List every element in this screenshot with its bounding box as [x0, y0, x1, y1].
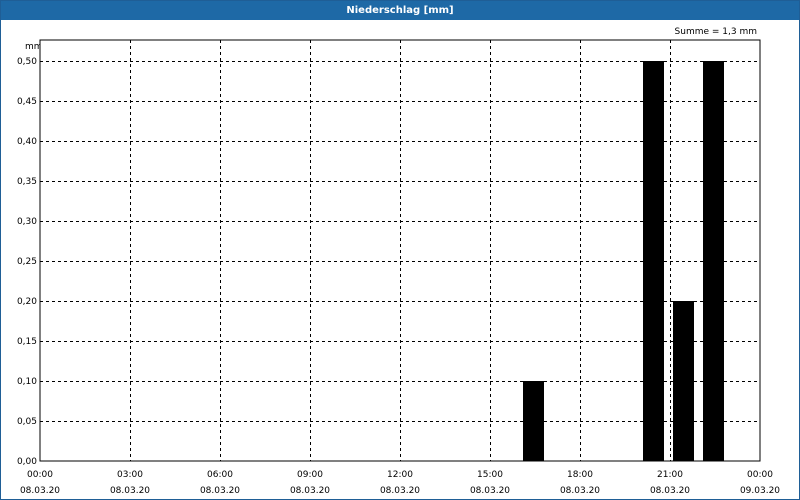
- y-tick-label: 0,00: [17, 457, 37, 467]
- y-tick-label: 0,10: [17, 377, 37, 387]
- precipitation-bar: [643, 61, 664, 461]
- y-tick-label: 0,30: [17, 217, 37, 227]
- x-tick-time-label: 21:00: [657, 470, 683, 480]
- x-tick-date-label: 08.03.20: [470, 486, 510, 496]
- x-tick-date-label: 08.03.20: [20, 486, 60, 496]
- y-tick-label: 0,50: [17, 57, 37, 67]
- y-tick-label: 0,20: [17, 297, 37, 307]
- x-tick-time-label: 00:00: [747, 470, 773, 480]
- x-tick-date-label: 08.03.20: [380, 486, 420, 496]
- precipitation-bar: [673, 301, 694, 461]
- y-tick-label: 0,35: [17, 177, 37, 187]
- precipitation-bar: [703, 61, 724, 461]
- x-tick-time-label: 12:00: [387, 470, 413, 480]
- precipitation-chart: mm Summe = 1,3 mm 0,000,050,100,150,200,…: [17, 27, 780, 496]
- y-tick-label: 0,05: [17, 417, 37, 427]
- precipitation-bar: [523, 381, 544, 461]
- x-tick-date-label: 08.03.20: [650, 486, 690, 496]
- x-tick-date-label: 08.03.20: [200, 486, 240, 496]
- chart-window: Niederschlag [mm] mm Summe = 1,3 mm 0,00…: [0, 0, 800, 500]
- x-axis-labels: 00:00 08.03.20 03:00 08.03.20 06:00 08.03.20 0…: [20, 470, 780, 496]
- y-tick-label: 0,25: [17, 257, 37, 267]
- y-axis-labels: 0,00 0,05 0,10 0,15 0,20 0,25 0,30 0,35 0,40 0,45…: [17, 57, 37, 467]
- y-tick-label: 0,15: [17, 337, 37, 347]
- x-tick-time-label: 09:00: [297, 470, 323, 480]
- x-tick-time-label: 00:00: [27, 470, 53, 480]
- x-tick-time-label: 06:00: [207, 470, 233, 480]
- y-tick-label: 0,45: [17, 97, 37, 107]
- x-tick-date-label: 09.03.20: [740, 486, 780, 496]
- x-tick-time-label: 15:00: [477, 470, 503, 480]
- x-tick-date-label: 08.03.20: [290, 486, 330, 496]
- x-tick-date-label: 08.03.20: [560, 486, 600, 496]
- y-tick-label: 0,40: [17, 137, 37, 147]
- sum-label: Summe = 1,3 mm: [675, 27, 757, 37]
- x-tick-date-label: 08.03.20: [110, 486, 150, 496]
- x-tick-time-label: 03:00: [117, 470, 143, 480]
- x-tick-time-label: 18:00: [567, 470, 593, 480]
